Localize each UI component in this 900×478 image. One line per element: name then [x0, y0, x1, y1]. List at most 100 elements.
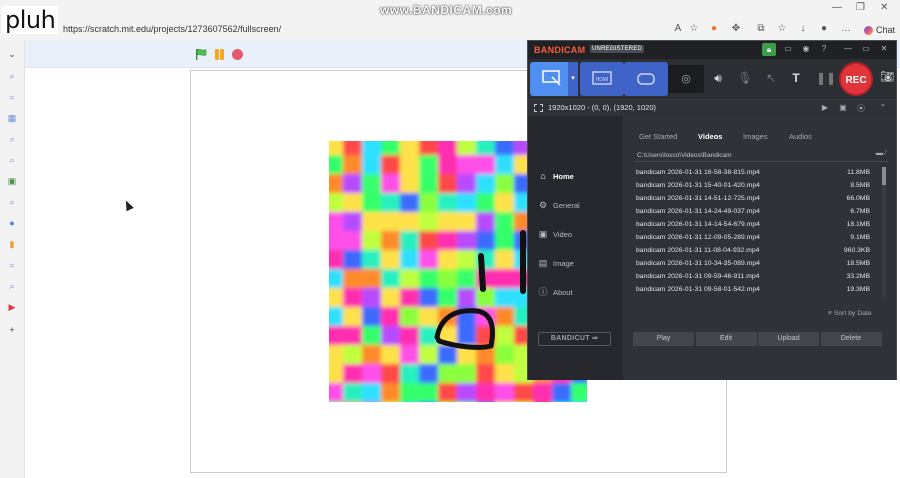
- upload-button[interactable]: Upload: [758, 332, 819, 346]
- speaker-icon[interactable]: 🔊︎: [710, 70, 726, 86]
- file-row[interactable]: bandicam 2026-01-31 11-08-04-932.mp4 960.…: [633, 245, 878, 258]
- sidebar-search-icon[interactable]: ⌕: [6, 70, 18, 82]
- tab-images[interactable]: Images: [743, 132, 768, 141]
- sidebar-search-icon[interactable]: ⌕: [6, 91, 18, 103]
- rec-button[interactable]: REC: [839, 62, 873, 96]
- nav-about[interactable]: ⓘ About: [538, 285, 572, 299]
- minimize-icon[interactable]: —: [842, 44, 854, 53]
- file-row[interactable]: bandicam 2026-01-31 16-58-38-815.mp4 11.8…: [633, 167, 878, 180]
- video-file-list: bandicam 2026-01-31 09-58-01-542.mp4 19.3…: [633, 167, 888, 297]
- mosaic-tile: [419, 364, 439, 384]
- file-row[interactable]: bandicam 2026-01-31 09-59-46-911.mp4 33.2…: [633, 271, 878, 284]
- tab-get-started[interactable]: Get Started: [639, 132, 677, 141]
- image-icon[interactable]: ▣: [838, 103, 848, 112]
- lock-icon[interactable]: 🔒︎: [762, 43, 776, 56]
- more-options-icon[interactable]: …: [840, 23, 852, 35]
- microphone-icon[interactable]: 🎙︎: [737, 70, 753, 86]
- favorite-star-icon[interactable]: ☆: [688, 23, 700, 35]
- edit-button[interactable]: Edit: [695, 332, 757, 346]
- collapse-chevron-icon[interactable]: ⌃: [878, 103, 888, 112]
- help-icon[interactable]: ?: [818, 44, 830, 53]
- file-row[interactable]: bandicam 2026-01-31 14-24-49-037.mp4 6.7M…: [633, 206, 878, 219]
- add-icon[interactable]: +: [6, 324, 18, 336]
- sort-by-date-button[interactable]: ≡ Sort by Date: [828, 310, 872, 317]
- webcam-icon[interactable]: ◎: [668, 65, 704, 93]
- file-row[interactable]: bandicam 2026-01-31 14-14-54-679.mp4 18.1…: [633, 219, 878, 232]
- mosaic-tile: [476, 231, 496, 251]
- youtube-icon[interactable]: ▶: [6, 301, 18, 313]
- favorites-list-icon[interactable]: ☆: [776, 23, 788, 35]
- sidebar-search-icon[interactable]: ⌕: [6, 259, 18, 271]
- extension-icon[interactable]: ●: [708, 23, 720, 35]
- cursor-effect-icon[interactable]: ↖: [763, 70, 779, 86]
- nav-video[interactable]: ▣ Video: [538, 227, 572, 241]
- downloads-icon[interactable]: ↓: [797, 23, 809, 35]
- minimize-icon[interactable]: —: [832, 2, 842, 13]
- pause-icon[interactable]: ❚❚: [816, 70, 836, 86]
- bandicam-home-panel: Get Started Videos Images Audios C:\User…: [623, 116, 896, 380]
- file-row[interactable]: bandicam 2026-01-31 12-09-05-289.mp4 9.1M…: [633, 232, 878, 245]
- restore-icon[interactable]: ▭: [860, 44, 872, 53]
- file-name: bandicam 2026-01-31 11-08-04-932.mp4: [636, 247, 760, 254]
- green-flag-icon[interactable]: [195, 49, 207, 60]
- mosaic-tile: [362, 231, 382, 251]
- profile-avatar-icon[interactable]: ●: [818, 23, 830, 35]
- mosaic-tile: [476, 383, 496, 402]
- file-size: 18.5MB: [846, 260, 870, 267]
- folder-icon[interactable]: ▭: [782, 44, 794, 53]
- stop-icon[interactable]: [232, 49, 243, 60]
- sidebar-search-icon[interactable]: ⌕: [6, 196, 18, 208]
- sidebar-search-icon[interactable]: ⌕: [6, 280, 18, 292]
- nav-label: Image: [553, 258, 574, 268]
- bandicut-button[interactable]: BANDICUT ⇒: [538, 332, 611, 346]
- extensions-puzzle-icon[interactable]: ✥: [730, 23, 742, 35]
- unregistered-badge[interactable]: UNREGISTERED: [590, 45, 645, 53]
- mosaic-tile: [329, 212, 344, 232]
- tab-videos[interactable]: Videos: [698, 132, 722, 141]
- file-row[interactable]: bandicam 2026-01-31 09-58-01-542.mp4 19.3…: [633, 284, 878, 297]
- delete-button[interactable]: Delete: [820, 332, 882, 346]
- device-record-mode-button[interactable]: HDMI: [580, 62, 624, 96]
- file-row[interactable]: bandicam 2026-01-31 15-40-01-420.mp4 8.5M…: [633, 180, 878, 193]
- tab-audios[interactable]: Audios: [789, 132, 812, 141]
- play-button[interactable]: Play: [633, 332, 694, 346]
- sidebar-app-icon[interactable]: ▣: [6, 175, 18, 187]
- sidebar-app-icon[interactable]: ▮: [6, 238, 18, 250]
- chat-button[interactable]: Chat: [860, 22, 899, 38]
- text-overlay-icon[interactable]: T: [788, 70, 804, 86]
- sidebar-search-icon[interactable]: ⌕: [6, 133, 18, 145]
- close-icon[interactable]: ✕: [880, 2, 888, 13]
- mode-dropdown-chevron-icon[interactable]: ▾: [568, 62, 578, 96]
- url-field[interactable]: https://scratch.mit.edu/projects/1273607…: [63, 24, 281, 34]
- collections-icon[interactable]: ⧉: [755, 23, 767, 35]
- sidebar-search-icon[interactable]: ⌕: [6, 154, 18, 166]
- scrollbar[interactable]: [882, 167, 886, 297]
- pause-icon[interactable]: [214, 49, 225, 60]
- nav-general[interactable]: ⚙ General: [538, 198, 580, 212]
- file-row[interactable]: bandicam 2026-01-31 14-51-12-725.mp4 66.0…: [633, 193, 878, 206]
- target-icon[interactable]: ◉: [800, 44, 812, 53]
- camera-icon[interactable]: 📷︎: [880, 70, 894, 84]
- file-row[interactable]: bandicam 2026-01-31 10-34-35-089.mp4 18.5…: [633, 258, 878, 271]
- sidebar-app-icon[interactable]: ▦: [6, 112, 18, 124]
- video-icon[interactable]: ▶: [820, 103, 830, 112]
- folder-icon[interactable]: ▬ ⁄: [876, 150, 886, 157]
- maximize-icon[interactable]: ❐: [856, 2, 865, 13]
- output-folder-path[interactable]: C:\Users\losco\Videos\Bandicam ▬ ⁄: [633, 148, 888, 162]
- nav-image[interactable]: ▤ Image: [538, 256, 574, 270]
- close-icon[interactable]: ✕: [878, 44, 890, 53]
- mosaic-tile: [329, 193, 344, 213]
- broadcast-icon[interactable]: ⦿: [856, 103, 866, 114]
- mosaic-tile: [476, 155, 496, 175]
- scrollbar-thumb[interactable]: [882, 167, 886, 185]
- read-aloud-icon[interactable]: A: [672, 23, 684, 35]
- nav-home[interactable]: ⌂ Home: [538, 169, 574, 183]
- mosaic-tile: [400, 155, 420, 175]
- selection-area-icon[interactable]: [534, 104, 543, 112]
- collapse-chevron-icon[interactable]: ⌄: [6, 48, 18, 60]
- sidebar-app-icon[interactable]: ●: [6, 217, 18, 229]
- mosaic-tile: [571, 383, 587, 402]
- game-record-mode-button[interactable]: [624, 62, 668, 96]
- mosaic-tile: [362, 326, 382, 346]
- mosaic-tile: [476, 141, 496, 156]
